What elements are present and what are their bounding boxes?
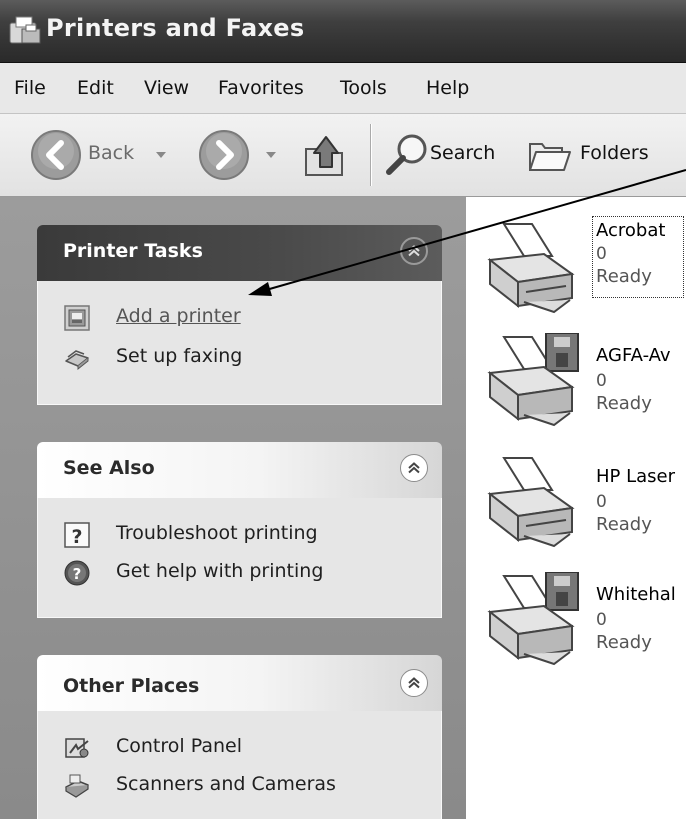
printer-item[interactable]: Whitehal 0 Ready	[482, 572, 686, 682]
menu-help[interactable]: Help	[426, 77, 469, 99]
add-printer-task[interactable]: Add a printer	[64, 303, 324, 333]
see-also-header[interactable]: See Also	[37, 442, 442, 498]
printer-name: Whitehal	[596, 584, 676, 605]
printer-item[interactable]: HP Laser 0 Ready	[482, 454, 686, 564]
printer-name: Acrobat	[596, 220, 666, 241]
printer-status: Ready	[596, 514, 652, 535]
svg-text:?: ?	[73, 565, 82, 583]
control-panel-icon	[65, 738, 89, 758]
printer-item[interactable]: Acrobat 0 Ready	[482, 216, 686, 330]
troubleshoot-printing-link[interactable]: Troubleshoot printing	[116, 522, 318, 544]
collapse-printer-tasks-button[interactable]	[400, 237, 428, 265]
search-icon	[386, 134, 427, 175]
printer-item[interactable]: AGFA-Av 0 Ready	[482, 333, 686, 443]
network-printer-icon	[487, 333, 579, 427]
folders-button[interactable]: Folders	[528, 126, 686, 184]
help-icon: ?	[64, 560, 90, 586]
menu-favorites[interactable]: Favorites	[218, 77, 304, 99]
printer-tasks-panel: Printer Tasks Add a printer Set up faxin…	[37, 225, 442, 405]
printer-jobs: 0	[596, 610, 607, 630]
printer-name: AGFA-Av	[596, 345, 671, 366]
see-also-body: ? Troubleshoot printing ? Get help with …	[37, 498, 442, 618]
printer-jobs: 0	[596, 371, 607, 391]
menu-bar: File Edit View Favorites Tools Help	[0, 63, 686, 114]
search-button[interactable]: Search	[384, 126, 522, 184]
forward-dropdown-icon[interactable]	[266, 152, 276, 158]
title-bar[interactable]: Printers and Faxes	[0, 0, 686, 63]
search-label: Search	[430, 142, 496, 164]
printer-icon	[487, 457, 575, 548]
fax-icon	[65, 350, 89, 371]
printers-folder-icon	[9, 16, 41, 44]
svg-text:?: ?	[71, 526, 82, 548]
other-places-header[interactable]: Other Places	[37, 655, 442, 711]
see-also-panel: See Also ? Troubleshoot printing ? Get h…	[37, 442, 442, 618]
back-arrow-icon	[31, 130, 81, 180]
folders-label: Folders	[580, 142, 649, 164]
troubleshoot-printing-task[interactable]: ? Troubleshoot printing	[64, 520, 394, 550]
printer-name: HP Laser	[596, 466, 676, 487]
network-printer-icon	[487, 572, 579, 666]
see-also-title: See Also	[63, 457, 155, 479]
chevron-up-icon	[408, 462, 420, 474]
control-panel-place[interactable]: Control Panel	[64, 733, 394, 763]
printer-jobs: 0	[596, 492, 607, 512]
printer-status: Ready	[596, 632, 652, 653]
back-label: Back	[88, 142, 135, 164]
printer-jobs: 0	[596, 244, 607, 264]
printer-status: Ready	[596, 393, 652, 414]
forward-button[interactable]	[196, 126, 284, 184]
other-places-title: Other Places	[63, 675, 200, 697]
control-panel-link[interactable]: Control Panel	[116, 735, 242, 757]
printers-and-faxes-window: Printers and Faxes File Edit View Favori…	[0, 0, 686, 819]
back-button[interactable]: Back	[20, 126, 190, 184]
printer-icon	[487, 223, 575, 314]
menu-edit[interactable]: Edit	[77, 77, 114, 99]
collapse-other-places-button[interactable]	[400, 669, 428, 697]
toolbar-separator	[370, 124, 372, 186]
set-up-faxing-task[interactable]: Set up faxing	[64, 343, 324, 373]
scanner-icon	[65, 774, 89, 798]
chevron-up-icon	[408, 677, 420, 689]
up-folder-icon[interactable]	[300, 131, 348, 179]
chevron-up-icon	[408, 245, 420, 257]
collapse-see-also-button[interactable]	[400, 454, 428, 482]
add-printer-icon	[64, 305, 90, 331]
toolbar: Back Search Folders	[0, 114, 686, 197]
task-pane: Printer Tasks Add a printer Set up faxin…	[0, 197, 466, 819]
scanners-cameras-place[interactable]: Scanners and Cameras	[64, 771, 394, 801]
menu-tools[interactable]: Tools	[340, 77, 387, 99]
other-places-panel: Other Places Control Panel Scanners and …	[37, 655, 442, 819]
other-places-body: Control Panel Scanners and Cameras	[37, 711, 442, 819]
forward-arrow-icon	[199, 130, 249, 180]
menu-file[interactable]: File	[14, 77, 46, 99]
add-printer-link[interactable]: Add a printer	[116, 305, 241, 327]
printer-status: Ready	[596, 266, 652, 287]
troubleshoot-icon: ?	[64, 522, 90, 548]
set-up-faxing-link[interactable]: Set up faxing	[116, 345, 242, 367]
printer-tasks-title: Printer Tasks	[63, 240, 203, 262]
scanners-cameras-link[interactable]: Scanners and Cameras	[116, 773, 336, 795]
printer-tasks-header[interactable]: Printer Tasks	[37, 225, 442, 281]
back-dropdown-icon[interactable]	[156, 152, 166, 158]
folders-icon	[529, 143, 571, 171]
menu-view[interactable]: View	[144, 77, 189, 99]
printer-tasks-body: Add a printer Set up faxing	[37, 281, 442, 405]
get-help-printing-link[interactable]: Get help with printing	[116, 560, 323, 582]
window-title: Printers and Faxes	[46, 14, 305, 42]
get-help-printing-task[interactable]: ? Get help with printing	[64, 558, 394, 588]
